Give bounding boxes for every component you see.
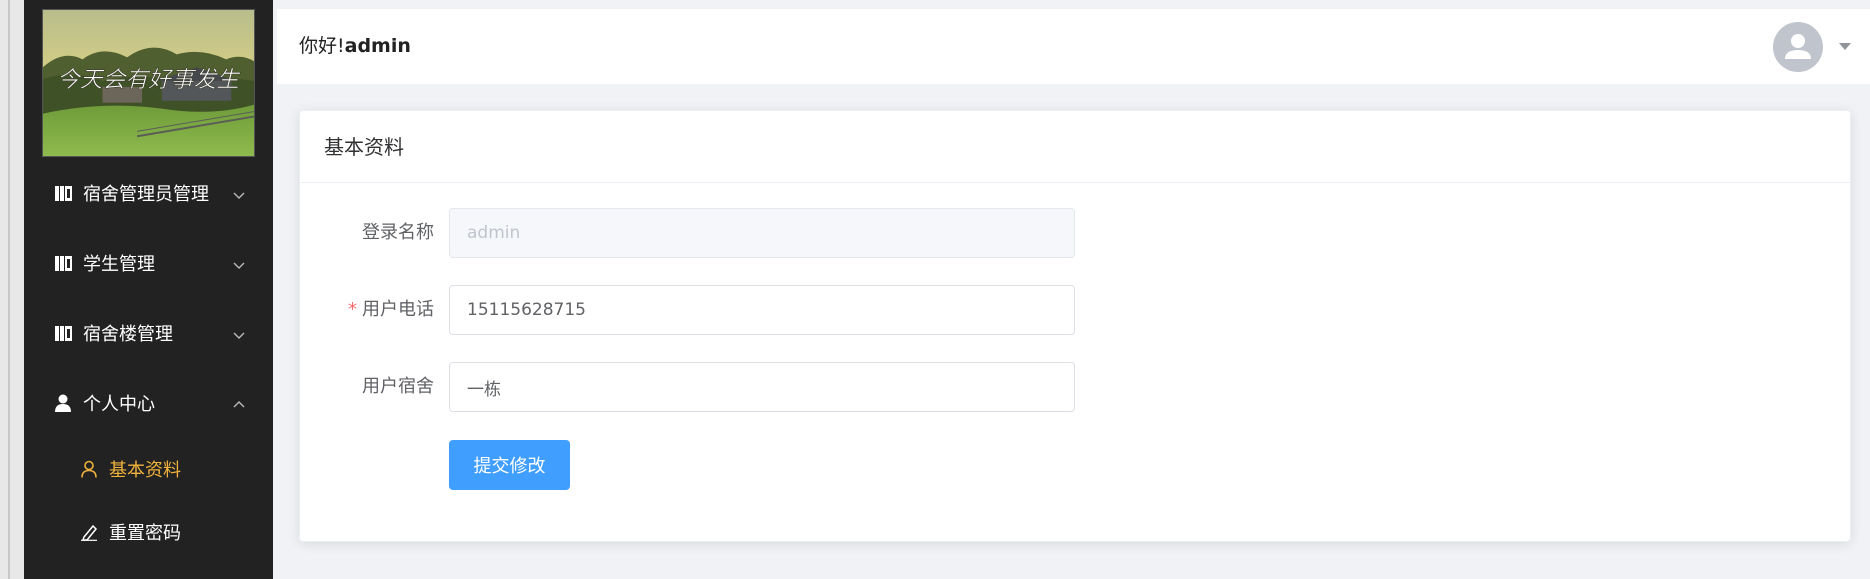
- greeting-text: 你好!: [299, 35, 345, 57]
- logo-text: 今天会有好事发生: [57, 67, 241, 93]
- greeting: 你好!admin: [299, 9, 411, 84]
- book-icon: [53, 253, 73, 273]
- sidebar-subitem-reset-password[interactable]: 重置密码: [24, 501, 273, 563]
- sidebar-item-dorm-admin[interactable]: 宿舍管理员管理: [24, 158, 273, 228]
- form-row-login-name: 登录名称: [300, 208, 1852, 258]
- chevron-down-icon: [232, 256, 246, 270]
- form-row-dorm: 用户宿舍: [300, 362, 1852, 412]
- phone-label-text: 用户电话: [362, 299, 434, 320]
- window-left-edge: [0, 0, 24, 579]
- dorm-label: 用户宿舍: [362, 362, 434, 412]
- submit-button[interactable]: 提交修改: [449, 440, 570, 490]
- book-icon: [53, 183, 73, 203]
- dorm-input[interactable]: [449, 362, 1075, 412]
- sidebar-item-label: 个人中心: [83, 394, 155, 415]
- user-avatar-icon: [1785, 34, 1811, 59]
- phone-label: * 用户电话: [348, 285, 434, 335]
- edit-icon: [79, 522, 99, 542]
- caret-down-icon[interactable]: [1839, 43, 1851, 50]
- sidebar-subitem-label: 重置密码: [109, 523, 181, 544]
- dorm-label-text: 用户宿舍: [362, 376, 434, 397]
- login-name-label: 登录名称: [362, 208, 434, 258]
- user-outline-icon: [79, 459, 99, 479]
- top-header: 你好!admin: [277, 9, 1870, 84]
- username: admin: [344, 35, 411, 57]
- phone-input[interactable]: [449, 285, 1075, 335]
- required-mark: *: [348, 299, 357, 320]
- sidebar-item-label: 学生管理: [83, 254, 155, 275]
- avatar[interactable]: [1773, 22, 1823, 72]
- chevron-down-icon: [232, 326, 246, 340]
- card-title: 基本资料: [300, 111, 1850, 183]
- login-name-input: [449, 208, 1075, 258]
- chevron-up-icon: [232, 396, 246, 410]
- sidebar-item-label: 宿舍楼管理: [83, 324, 173, 345]
- sidebar-item-students[interactable]: 学生管理: [24, 228, 273, 298]
- sidebar-item-personal-center[interactable]: 个人中心: [24, 368, 273, 438]
- form-row-phone: * 用户电话: [300, 285, 1852, 335]
- sidebar-item-buildings[interactable]: 宿舍楼管理: [24, 298, 273, 368]
- sidebar-subitem-basic-info[interactable]: 基本资料: [24, 438, 273, 500]
- login-name-label-text: 登录名称: [362, 222, 434, 243]
- user-icon: [53, 393, 73, 413]
- logo-image: 今天会有好事发生: [42, 9, 255, 157]
- profile-card: 基本资料 登录名称 *用户电话 用户宿舍 提交修改: [299, 110, 1851, 542]
- chevron-down-icon: [232, 186, 246, 200]
- sidebar-item-label: 宿舍管理员管理: [83, 184, 209, 205]
- book-icon: [53, 323, 73, 343]
- sidebar-subitem-label: 基本资料: [109, 460, 181, 481]
- sidebar: 今天会有好事发生 宿舍管理员管理 学生管理 宿舍楼管理 个人中心 基本资料 重置…: [24, 0, 273, 579]
